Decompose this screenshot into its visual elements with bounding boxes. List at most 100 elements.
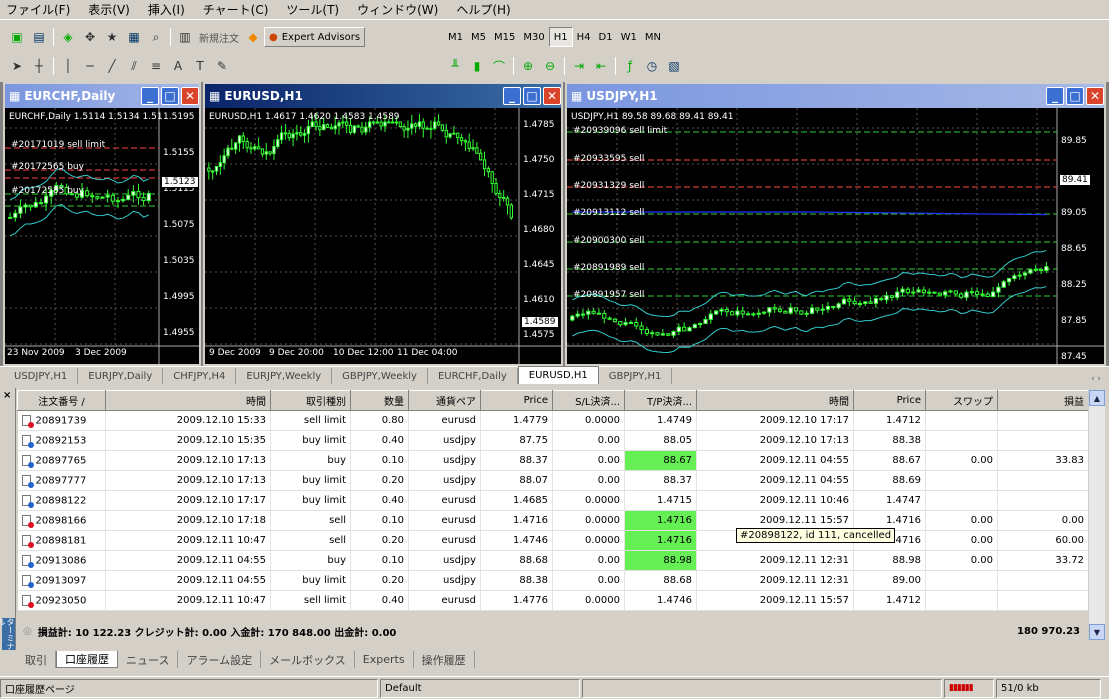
tab-scroll-icon[interactable]: ‹ › — [1091, 374, 1101, 384]
periods-icon[interactable]: ◷ — [642, 56, 662, 76]
col-type[interactable]: 取引種別 — [270, 390, 351, 411]
close-icon[interactable]: ✕ — [1086, 87, 1104, 105]
menu-window[interactable]: ウィンドウ(W) — [357, 1, 438, 18]
candlestick-icon[interactable]: ▮ — [467, 56, 487, 76]
maximize-icon[interactable]: □ — [1066, 87, 1084, 105]
scroll-up-icon[interactable]: ▲ — [1089, 390, 1105, 406]
tf-d1[interactable]: D1 — [595, 27, 617, 47]
profiles-icon[interactable]: ▤ — [29, 27, 49, 47]
terminal-tab-alerts[interactable]: アラーム設定 — [178, 651, 262, 668]
chart-window-eurchf[interactable]: ▦ EURCHF,Daily _ □ ✕ EURCHF,Daily 1.5114… — [3, 82, 201, 366]
terminal-tab-trade[interactable]: 取引 — [17, 651, 56, 668]
arrows-icon[interactable]: ✎ — [212, 56, 232, 76]
data-window-icon[interactable]: ✥ — [80, 27, 100, 47]
table-row[interactable]: 20898181 2009.12.11 10:47 sell 0.20 eurusd 1.… — [17, 530, 1089, 551]
menu-tools[interactable]: ツール(T) — [286, 1, 339, 18]
chart-titlebar[interactable]: ▦ EURUSD,H1 _ □ ✕ — [205, 84, 561, 108]
indicators-icon[interactable]: ƒ — [620, 56, 640, 76]
chart-tab[interactable]: USDJPY,H1 — [4, 368, 79, 384]
tf-m30[interactable]: M30 — [519, 27, 548, 47]
table-scrollbar[interactable]: ▲ ▼ — [1088, 390, 1105, 640]
col-sl[interactable]: S/L決済... — [552, 390, 625, 411]
chart-tab[interactable]: CHFJPY,H4 — [163, 368, 237, 384]
market-watch-icon[interactable]: ◈ — [58, 27, 78, 47]
terminal-tab-news[interactable]: ニュース — [118, 651, 179, 668]
menu-help[interactable]: ヘルプ(H) — [456, 1, 510, 18]
chart-tab[interactable]: EURJPY,Weekly — [236, 368, 333, 384]
channel-icon[interactable]: ⫽ — [124, 56, 144, 76]
usdjpy-chart[interactable]: USDJPY,H1 89.58 89.68 89.41 89.41 #20939… — [567, 108, 1104, 364]
col-open-time[interactable]: 時間 — [105, 390, 271, 411]
col-close-price[interactable]: Price — [853, 390, 926, 411]
chart-window-usdjpy[interactable]: ▦ USDJPY,H1 _ □ ✕ USDJPY,H1 89.58 89.68 … — [565, 82, 1106, 366]
table-row[interactable]: 20897765 2009.12.10 17:13 buy 0.10 usdjpy 88.… — [17, 450, 1089, 471]
table-row[interactable]: 20923050 2009.12.11 10:47 sell limit 0.40 eu… — [17, 590, 1089, 611]
col-size[interactable]: 数量 — [350, 390, 409, 411]
tf-w1[interactable]: W1 — [617, 27, 641, 47]
chart-tab[interactable]: EURCHF,Daily — [428, 368, 518, 384]
tf-h1[interactable]: H1 — [548, 27, 573, 47]
fibonacci-icon[interactable]: ≡ — [146, 56, 166, 76]
tf-mn[interactable]: MN — [641, 27, 665, 47]
metaeditor-icon[interactable]: ◆ — [243, 27, 263, 47]
new-order-button[interactable]: 新規注文 — [196, 30, 242, 45]
col-swap[interactable]: スワップ — [925, 390, 998, 411]
terminal-tab-mailbox[interactable]: メールボックス — [261, 651, 355, 668]
menu-file[interactable]: ファイル(F) — [6, 1, 70, 18]
terminal-tab-journal[interactable]: 操作履歴 — [414, 651, 475, 668]
chart-window-eurusd[interactable]: ▦ EURUSD,H1 _ □ ✕ EURUSD,H1 1.4617 1.462… — [203, 82, 563, 366]
vertical-line-icon[interactable]: │ — [58, 56, 78, 76]
minimize-icon[interactable]: _ — [503, 87, 521, 105]
line-chart-icon[interactable]: ⌒ — [489, 56, 509, 76]
col-profit[interactable]: 損益 — [997, 390, 1089, 411]
cursor-icon[interactable]: ➤ — [7, 56, 27, 76]
text-icon[interactable]: A — [168, 56, 188, 76]
col-ticket[interactable]: 注文番号 / — [17, 390, 106, 411]
trendline-icon[interactable]: ╱ — [102, 56, 122, 76]
chart-tab[interactable]: EURJPY,Daily — [78, 368, 164, 384]
table-row[interactable]: 20897777 2009.12.10 17:13 buy limit 0.20 usd… — [17, 470, 1089, 491]
terminal-tab-history[interactable]: 口座履歴 — [56, 651, 118, 668]
chart-titlebar[interactable]: ▦ EURCHF,Daily _ □ ✕ — [5, 84, 199, 108]
table-row[interactable]: 20891739 2009.12.10 15:33 sell limit 0.80 eu… — [17, 410, 1089, 431]
chart-tab[interactable]: GBPJPY,Weekly — [332, 368, 428, 384]
close-icon[interactable]: ✕ — [181, 87, 199, 105]
crosshair-icon[interactable]: ┼ — [29, 56, 49, 76]
terminal-close-icon[interactable]: × — [3, 390, 11, 401]
eurchf-chart[interactable]: EURCHF,Daily 1.5114 1.5134 1.51 #2017101… — [5, 108, 199, 364]
table-row[interactable]: 20913086 2009.12.11 04:55 buy 0.10 usdjpy 88.… — [17, 550, 1089, 571]
horizontal-line-icon[interactable]: ─ — [80, 56, 100, 76]
expert-advisors-button[interactable]: ● Expert Advisors — [264, 27, 366, 47]
auto-scroll-icon[interactable]: ⇥ — [569, 56, 589, 76]
tf-m5[interactable]: M5 — [467, 27, 490, 47]
chart-shift-icon[interactable]: ⇤ — [591, 56, 611, 76]
col-close-time[interactable]: 時間 — [696, 390, 854, 411]
menu-view[interactable]: 表示(V) — [88, 1, 130, 18]
terminal-icon[interactable]: ▦ — [124, 27, 144, 47]
chart-tab-active[interactable]: EURUSD,H1 — [517, 366, 599, 384]
col-tp[interactable]: T/P決済... — [624, 390, 697, 411]
templates-icon[interactable]: ▧ — [664, 56, 684, 76]
bar-chart-icon[interactable]: ╨ — [445, 56, 465, 76]
eurusd-chart[interactable]: EURUSD,H1 1.4617 1.4620 1.4583 1.4589 1.… — [205, 108, 561, 364]
new-chart-icon[interactable]: ▣ — [7, 27, 27, 47]
menu-chart[interactable]: チャート(C) — [203, 1, 269, 18]
scroll-down-icon[interactable]: ▼ — [1089, 624, 1105, 640]
zoom-out-icon[interactable]: ⊖ — [540, 56, 560, 76]
tf-m1[interactable]: M1 — [444, 27, 467, 47]
table-row[interactable]: 20898166 2009.12.10 17:18 sell 0.10 eurusd 1.… — [17, 510, 1089, 531]
new-order-icon[interactable]: ▥ — [175, 27, 195, 47]
tf-m15[interactable]: M15 — [490, 27, 519, 47]
navigator-icon[interactable]: ★ — [102, 27, 122, 47]
minimize-icon[interactable]: _ — [141, 87, 159, 105]
terminal-tab-experts[interactable]: Experts — [355, 651, 414, 668]
chart-titlebar[interactable]: ▦ USDJPY,H1 _ □ ✕ — [567, 84, 1104, 108]
chart-tab[interactable]: GBPJPY,H1 — [599, 368, 673, 384]
table-row[interactable]: 20898122 2009.12.10 17:17 buy limit 0.40 eur… — [17, 490, 1089, 511]
minimize-icon[interactable]: _ — [1046, 87, 1064, 105]
maximize-icon[interactable]: □ — [161, 87, 179, 105]
col-symbol[interactable]: 通貨ペア — [408, 390, 481, 411]
close-icon[interactable]: ✕ — [543, 87, 561, 105]
tester-icon[interactable]: ⌕ — [146, 27, 166, 47]
table-row[interactable]: 20892153 2009.12.10 15:35 buy limit 0.40 usd… — [17, 430, 1089, 451]
